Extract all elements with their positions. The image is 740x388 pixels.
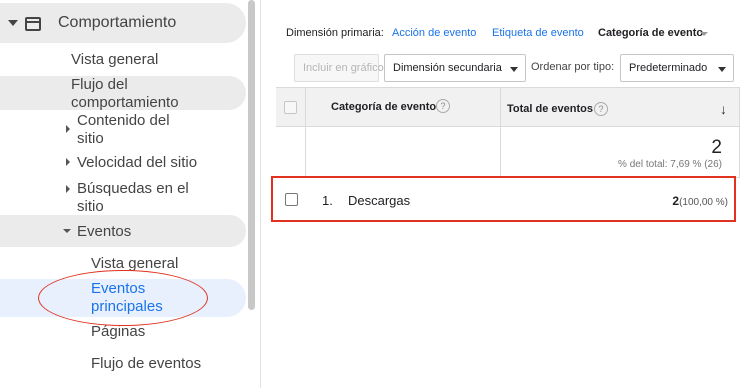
sidebar-item-behavior-flow[interactable]: Flujo del comportamiento	[71, 76, 179, 112]
help-icon[interactable]: ?	[594, 102, 608, 116]
help-icon[interactable]: ?	[436, 99, 450, 113]
primary-dimension-event-action[interactable]: Acción de evento	[392, 27, 476, 39]
sidebar-item-site-search[interactable]: Búsquedas en el sitio	[77, 180, 189, 216]
total-events-percent-of-total: % del total: 7,69 % (26)	[618, 159, 722, 170]
sidebar-item-label: Contenido del	[77, 112, 170, 129]
total-events-value: 2	[711, 137, 722, 158]
chevron-right-icon[interactable]	[66, 158, 70, 166]
primary-dimension-event-label[interactable]: Etiqueta de evento	[492, 27, 584, 39]
sort-type-value: Predeterminado	[629, 62, 708, 74]
caret-down-icon	[8, 20, 18, 26]
sidebar-item-overview[interactable]: Vista general	[71, 51, 158, 69]
plot-rows-button[interactable]: Incluir en gráfico	[294, 54, 384, 82]
sidebar-item-label: comportamiento	[71, 94, 179, 111]
sidebar-item-label: Flujo del	[71, 76, 128, 93]
select-all-checkbox[interactable]	[284, 101, 297, 114]
sidebar-item-label: sitio	[77, 198, 104, 215]
behavior-icon	[25, 17, 41, 31]
chevron-down-icon	[718, 67, 726, 72]
chevron-down-icon[interactable]	[700, 32, 708, 36]
sidebar-item-site-content[interactable]: Contenido del sitio	[77, 112, 170, 148]
sidebar-item-label: Búsquedas en el	[77, 180, 189, 197]
annotation-circle	[38, 270, 208, 326]
table-header: Categoría de evento ? Total de eventos ?…	[276, 87, 740, 127]
sidebar-item-site-speed[interactable]: Velocidad del sitio	[77, 154, 197, 172]
sidebar-item-label: sitio	[77, 130, 104, 147]
column-header-total-events[interactable]: Total de eventos	[507, 103, 593, 115]
secondary-dimension-label: Dimensión secundaria	[393, 62, 502, 74]
sort-type-label: Ordenar por tipo:	[531, 61, 615, 73]
chevron-right-icon[interactable]	[66, 125, 70, 133]
sidebar-divider	[260, 0, 261, 388]
sidebar-section-label: Comportamiento	[58, 14, 177, 31]
secondary-dimension-dropdown[interactable]: Dimensión secundaria	[384, 54, 526, 82]
sidebar-item-event-flow[interactable]: Flujo de eventos	[91, 355, 201, 373]
sidebar: Comportamiento Vista general Flujo del c…	[0, 0, 262, 388]
chevron-right-icon[interactable]	[66, 185, 70, 193]
column-header-event-category[interactable]: Categoría de evento	[331, 101, 436, 113]
sidebar-scrollbar[interactable]	[248, 0, 255, 310]
primary-dimension-event-category[interactable]: Categoría de evento	[598, 27, 703, 39]
sidebar-item-events[interactable]: Eventos	[77, 223, 131, 241]
sort-desc-arrow-icon[interactable]: ↓	[720, 101, 727, 117]
annotation-rectangle	[271, 176, 736, 222]
sort-type-dropdown[interactable]: Predeterminado	[620, 54, 734, 82]
chevron-down-icon[interactable]	[63, 229, 71, 233]
primary-dimension-label: Dimensión primaria:	[286, 27, 384, 39]
chevron-down-icon	[510, 67, 518, 72]
sidebar-section-behavior[interactable]: Comportamiento	[0, 3, 246, 43]
